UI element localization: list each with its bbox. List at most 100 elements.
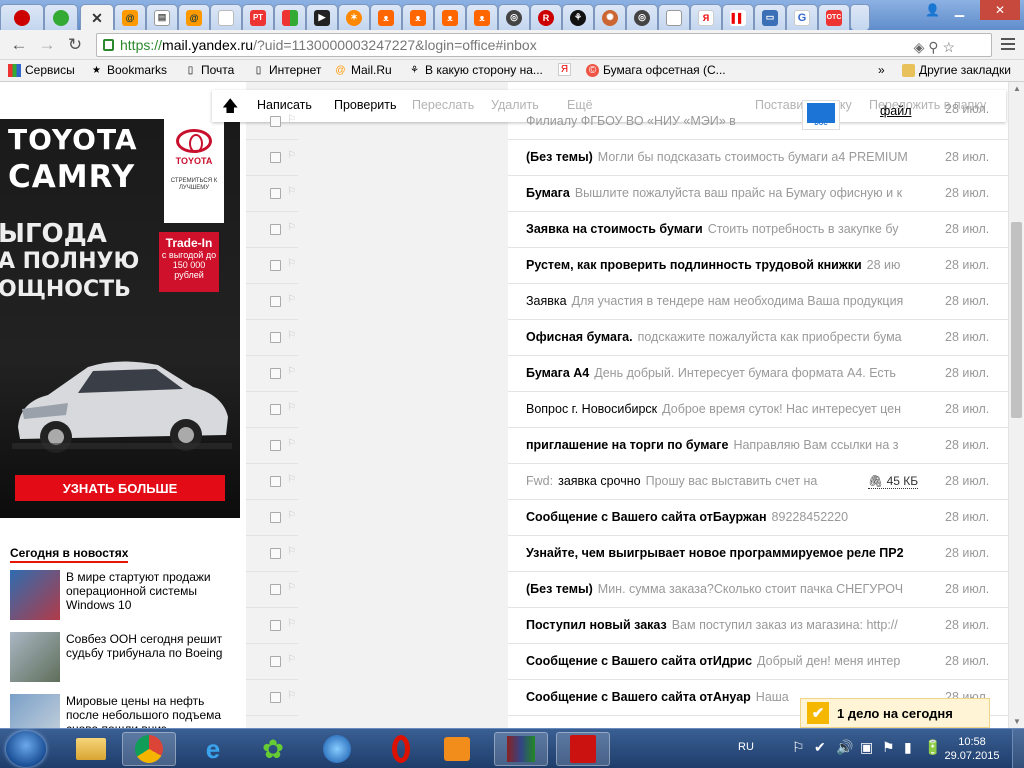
tab-people-2[interactable]: ᴥ [402, 4, 434, 30]
message-summary[interactable]: Fwd: заявка срочно Прошу вас выставить сче… [526, 474, 826, 488]
tab-yandex-2[interactable]: Я [690, 4, 722, 30]
action-center-icon[interactable]: ⚑ [882, 739, 895, 756]
scrollbar-thumb[interactable] [1011, 222, 1022, 418]
tray-security-icon[interactable]: ✔ [814, 739, 826, 756]
flag-icon[interactable]: ⚐ [287, 654, 296, 665]
message-summary[interactable]: Филиалу ФГБОУ ВО «НИУ «МЭИ» в [526, 114, 746, 128]
tab-rt[interactable]: РТ [242, 4, 274, 30]
tray-flag-icon[interactable]: ⚐ [792, 739, 805, 756]
message-checkbox[interactable] [270, 224, 281, 235]
bookmark-yandex[interactable]: Я [558, 63, 571, 76]
tab-chat[interactable]: ▭ [754, 4, 786, 30]
pdf-taskbar-icon[interactable] [556, 732, 610, 766]
flag-icon[interactable]: ⚐ [287, 294, 296, 305]
tab-compass[interactable]: ✶ [338, 4, 370, 30]
message-row[interactable]: ⚐ Fwd: заявка срочно Прошу вас выставить сч… [246, 464, 1008, 500]
message-checkbox[interactable] [270, 476, 281, 487]
tab-r[interactable]: R [530, 4, 562, 30]
scroll-up-arrow-icon[interactable]: ▲ [1013, 84, 1021, 93]
message-checkbox[interactable] [270, 116, 281, 127]
attachment-size[interactable]: 🖇 45 КБ [868, 474, 919, 489]
message-row[interactable]: ⚐ Сообщение с Вашего сайта отИдрис Добрый … [246, 644, 1008, 680]
bookmark-bookmarks[interactable]: ★ Bookmarks [90, 63, 167, 77]
flag-icon[interactable]: ⚐ [287, 186, 296, 197]
message-summary[interactable]: Бумага А4 День добрый. Интересует бумага … [526, 366, 916, 380]
tab-doc[interactable]: ▤ [146, 4, 178, 30]
flag-icon[interactable]: ⚐ [287, 150, 296, 161]
minimize-button[interactable]: ▁ [946, 0, 973, 20]
news-heading[interactable]: Сегодня в новостях [10, 546, 129, 563]
bookmark-pochta[interactable]: ▯ Почта [184, 63, 235, 77]
message-row[interactable]: ⚐ (Без темы) Мин. сумма заказа?Сколько сто… [246, 572, 1008, 608]
message-checkbox[interactable] [270, 332, 281, 343]
power-icon[interactable]: 🔋 [924, 739, 941, 756]
message-row[interactable]: ⚐ Заявка на стоимость бумаги Стоить потреб… [246, 212, 1008, 248]
start-button[interactable] [6, 731, 46, 767]
news-item[interactable]: В мире стартуют продажи операционной сис… [10, 570, 240, 620]
language-indicator[interactable]: RU [738, 741, 754, 753]
message-checkbox[interactable] [270, 368, 281, 379]
taskbar-clock[interactable]: 10:58 29.07.2015 [940, 735, 1004, 763]
other-bookmarks[interactable]: Другие закладки [902, 63, 1011, 77]
flag-icon[interactable]: ⚐ [287, 690, 296, 701]
message-summary[interactable]: Заявка на стоимость бумаги Стоить потребн… [526, 222, 916, 236]
tab-red-bars[interactable]: ▌▌ [722, 4, 754, 30]
more-bookmarks-chevron[interactable]: » [878, 63, 885, 77]
bookmark-services[interactable]: Сервисы [8, 63, 75, 77]
bookmark-internet[interactable]: ▯ Интернет [252, 63, 322, 77]
message-summary[interactable]: (Без темы) Могли бы подсказать стоимость … [526, 150, 916, 164]
message-checkbox[interactable] [270, 296, 281, 307]
news-item[interactable]: Мировые цены на нефть после небольшого п… [10, 694, 240, 728]
tab-active-mail[interactable]: ✕ [80, 4, 114, 31]
message-row[interactable]: ⚐ Сообщение с Вашего сайта отБауржан 89228… [246, 500, 1008, 536]
message-summary[interactable]: Заявка Для участия в тендере нам необходи… [526, 294, 916, 308]
flag-icon[interactable]: ⚐ [287, 474, 296, 485]
message-checkbox[interactable] [270, 440, 281, 451]
winrar-taskbar-icon[interactable] [494, 732, 548, 766]
flag-icon[interactable]: ⚐ [287, 546, 296, 557]
tab-octopus[interactable]: ✺ [594, 4, 626, 30]
scroll-top-arrow-icon[interactable]: 🡅 [222, 95, 238, 122]
tab-eagle[interactable]: ⚘ [562, 4, 594, 30]
forward-button[interactable]: → [36, 35, 58, 55]
opera-taskbar-icon[interactable] [374, 732, 428, 766]
message-summary[interactable]: Сообщение с Вашего сайта отБауржан 892284… [526, 510, 916, 524]
flag-icon[interactable]: ⚐ [287, 258, 296, 269]
message-row[interactable]: ⚐ Поступил новый заказ Вам поступил заказ … [246, 608, 1008, 644]
message-checkbox[interactable] [270, 404, 281, 415]
show-desktop-button[interactable] [1012, 729, 1024, 768]
flag-icon[interactable]: ⚐ [287, 366, 296, 377]
todo-widget[interactable]: ✔ 1 дело на сегодня [800, 698, 990, 728]
message-summary[interactable]: Офисная бумага. подскажите пожалуйста как… [526, 330, 916, 344]
scroll-down-arrow-icon[interactable]: ▼ [1013, 717, 1021, 726]
player-taskbar-icon[interactable] [430, 732, 484, 766]
tab-google[interactable]: G [786, 4, 818, 30]
message-summary[interactable]: Узнайте, чем выигрывает новое программир… [526, 546, 916, 560]
message-summary[interactable]: Бумага Вышлите пожалуйста ваш прайс на Бу… [526, 186, 916, 200]
new-tab-button[interactable] [850, 4, 870, 30]
message-summary[interactable]: Рустем, как проверить подлинность трудов… [526, 258, 916, 272]
tab-grid[interactable] [274, 4, 306, 30]
flag-icon[interactable]: ⚐ [287, 330, 296, 341]
tab-circle-1[interactable]: ◎ [498, 4, 530, 30]
tab-page[interactable] [658, 4, 690, 30]
user-icon[interactable]: 👤 [919, 0, 946, 20]
extension-icons[interactable]: ◈ ⚲ ☆ [914, 39, 955, 56]
message-row[interactable]: ⚐ Бумага А4 День добрый. Интересует бумага… [246, 356, 1008, 392]
back-button[interactable]: ← [8, 35, 30, 55]
flag-icon[interactable]: ⚐ [287, 402, 296, 413]
bookmark-offset-paper[interactable]: © Бумага офсетная (С... [586, 63, 726, 77]
tab-play[interactable]: ▶ [306, 4, 338, 30]
toyota-ad-banner[interactable]: TOYOTA CAMRY TOYOTA СТРЕМИТЬСЯ К ЛУЧШЕМУ… [0, 119, 240, 518]
tab-people-4[interactable]: ᴥ [466, 4, 498, 30]
flag-icon[interactable]: ⚐ [287, 510, 296, 521]
message-summary[interactable]: (Без темы) Мин. сумма заказа?Сколько стои… [526, 582, 916, 596]
tab-mail-ru[interactable]: @ [114, 4, 146, 30]
message-checkbox[interactable] [270, 260, 281, 271]
tab-yandex[interactable] [0, 4, 44, 30]
flag-icon[interactable]: ⚐ [287, 222, 296, 233]
explorer-taskbar-icon[interactable] [64, 732, 118, 766]
tab-mail-ru-2[interactable]: @ [178, 4, 210, 30]
tab-green[interactable] [44, 4, 78, 30]
message-row[interactable]: ⚐ Бумага Вышлите пожалуйста ваш прайс на Б… [246, 176, 1008, 212]
